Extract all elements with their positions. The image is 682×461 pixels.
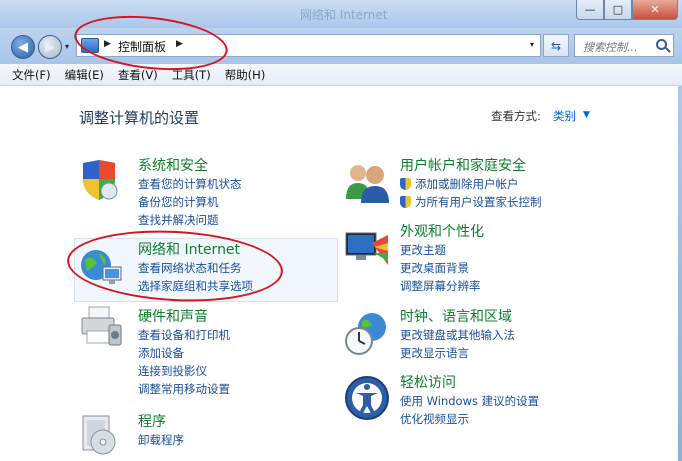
- window-title: 网络和 Internet: [300, 8, 388, 22]
- search-placeholder: 搜索控制...: [583, 41, 638, 54]
- link-uninstall-program[interactable]: 卸载程序: [138, 431, 184, 449]
- category-title-clock-language[interactable]: 时钟、语言和区域: [400, 308, 515, 326]
- link-parental-controls[interactable]: 为所有用户设置家长控制: [400, 193, 542, 211]
- recent-pages-dropdown[interactable]: ▾: [65, 42, 69, 51]
- ease-of-access-icon[interactable]: [344, 375, 390, 421]
- category-title-appearance[interactable]: 外观和个性化: [400, 223, 484, 241]
- caption-buttons: — □ ✕: [576, 0, 678, 20]
- category-title-ease-of-access[interactable]: 轻松访问: [400, 374, 539, 392]
- link-backup-computer[interactable]: 备份您的计算机: [138, 193, 242, 211]
- link-windows-suggested-settings[interactable]: 使用 Windows 建议的设置: [400, 392, 539, 410]
- network-globe-icon[interactable]: [79, 245, 123, 289]
- view-by-label: 查看方式:: [491, 109, 541, 123]
- printer-icon[interactable]: [79, 305, 123, 349]
- link-optimize-visual-display[interactable]: 优化视频显示: [400, 410, 539, 428]
- category-appearance: 外观和个性化 更改主题 更改桌面背景 调整屏幕分辨率: [400, 223, 484, 295]
- link-view-computer-status[interactable]: 查看您的计算机状态: [138, 175, 242, 193]
- back-button[interactable]: ◀: [11, 35, 35, 59]
- menu-view[interactable]: 查看(V): [118, 67, 158, 83]
- menu-tools[interactable]: 工具(T): [172, 67, 211, 83]
- uac-shield-icon: [400, 178, 411, 190]
- link-add-remove-accounts[interactable]: 添加或删除用户帐户: [400, 175, 542, 193]
- control-panel-icon: [81, 38, 99, 53]
- category-clock-language: 时钟、语言和区域 更改键盘或其他输入法 更改显示语言: [400, 308, 515, 362]
- category-programs: 程序 卸载程序: [138, 413, 184, 449]
- title-bar: 网络和 Internet — □ ✕: [0, 0, 682, 30]
- link-connect-projector[interactable]: 连接到投影仪: [138, 362, 230, 380]
- page-title: 调整计算机的设置: [79, 109, 200, 127]
- link-adjust-resolution[interactable]: 调整屏幕分辨率: [400, 277, 484, 295]
- users-icon[interactable]: [344, 159, 390, 203]
- category-title-hardware-sound[interactable]: 硬件和声音: [138, 308, 230, 326]
- category-title-system-security[interactable]: 系统和安全: [138, 157, 242, 175]
- category-ease-of-access: 轻松访问 使用 Windows 建议的设置 优化视频显示: [400, 374, 539, 428]
- link-change-keyboards[interactable]: 更改键盘或其他输入法: [400, 326, 515, 344]
- breadcrumb-control-panel[interactable]: 控制面板: [118, 38, 166, 55]
- category-network-internet: 网络和 Internet 查看网络状态和任务 选择家庭组和共享选项: [138, 241, 253, 295]
- link-add-device[interactable]: 添加设备: [138, 344, 230, 362]
- search-icon[interactable]: [656, 39, 667, 50]
- link-devices-printers[interactable]: 查看设备和打印机: [138, 326, 230, 344]
- forward-button[interactable]: ▶: [38, 35, 62, 59]
- address-bar[interactable]: ▶ 控制面板 ▶ ▾: [76, 34, 541, 57]
- clock-globe-icon[interactable]: [344, 311, 390, 357]
- breadcrumb-separator-icon[interactable]: ▶: [104, 39, 111, 49]
- programs-icon[interactable]: [79, 412, 123, 456]
- minimize-button[interactable]: —: [576, 0, 604, 20]
- link-parental-controls-text: 为所有用户设置家长控制: [415, 195, 542, 209]
- chevron-down-icon[interactable]: ▼: [583, 110, 590, 120]
- breadcrumb-separator-icon[interactable]: ▶: [176, 39, 183, 49]
- link-troubleshoot[interactable]: 查找并解决问题: [138, 211, 242, 229]
- link-change-theme[interactable]: 更改主题: [400, 241, 484, 259]
- category-title-programs[interactable]: 程序: [138, 413, 184, 431]
- link-add-remove-accounts-text: 添加或删除用户帐户: [415, 177, 519, 191]
- monitor-palette-icon[interactable]: [344, 229, 390, 271]
- close-button[interactable]: ✕: [632, 0, 678, 20]
- menu-file[interactable]: 文件(F): [12, 67, 51, 83]
- link-mobility-settings[interactable]: 调整常用移动设置: [138, 380, 230, 398]
- address-dropdown-icon[interactable]: ▾: [530, 40, 534, 49]
- navigation-bar: ◀ ▶ ▾ ▶ 控制面板 ▶ ▾ ⇆ 搜索控制...: [0, 28, 682, 64]
- shield-icon[interactable]: [79, 159, 119, 201]
- link-homegroup-sharing[interactable]: 选择家庭组和共享选项: [138, 277, 253, 295]
- category-title-user-accounts[interactable]: 用户帐户和家庭安全: [400, 157, 542, 175]
- link-change-desktop-background[interactable]: 更改桌面背景: [400, 259, 484, 277]
- control-panel-content: 调整计算机的设置 查看方式: 类别 ▼ 系统和安全 查看您的计算机状态 备份您的…: [0, 87, 682, 461]
- category-user-accounts: 用户帐户和家庭安全 添加或删除用户帐户 为所有用户设置家长控制: [400, 157, 542, 211]
- view-by-dropdown[interactable]: 类别: [553, 108, 576, 124]
- category-title-network-internet[interactable]: 网络和 Internet: [138, 241, 253, 259]
- link-view-network-status[interactable]: 查看网络状态和任务: [138, 259, 253, 277]
- menu-edit[interactable]: 编辑(E): [65, 67, 104, 83]
- window-frame-right: [678, 86, 682, 461]
- category-system-security: 系统和安全 查看您的计算机状态 备份您的计算机 查找并解决问题: [138, 157, 242, 229]
- menu-help[interactable]: 帮助(H): [225, 67, 266, 83]
- link-change-display-language[interactable]: 更改显示语言: [400, 344, 515, 362]
- category-hardware-sound: 硬件和声音 查看设备和打印机 添加设备 连接到投影仪 调整常用移动设置: [138, 308, 230, 398]
- uac-shield-icon: [400, 196, 411, 208]
- refresh-button[interactable]: ⇆: [543, 34, 569, 57]
- menu-bar: 文件(F) 编辑(E) 查看(V) 工具(T) 帮助(H): [0, 64, 682, 86]
- search-input[interactable]: 搜索控制...: [574, 34, 674, 57]
- maximize-button[interactable]: □: [604, 0, 632, 20]
